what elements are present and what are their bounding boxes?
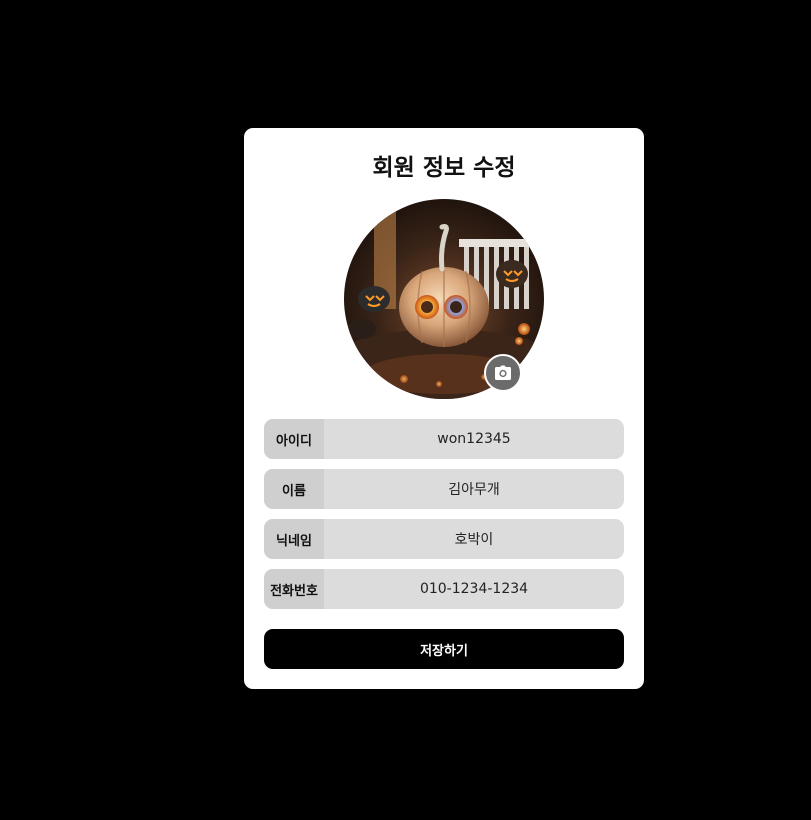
save-button[interactable]: 저장하기 [264, 629, 624, 669]
change-photo-button[interactable] [484, 354, 522, 392]
field-nickname-label: 닉네임 [264, 519, 324, 559]
avatar-container [344, 199, 544, 399]
field-id-label: 아이디 [264, 419, 324, 459]
phone-input[interactable] [324, 569, 624, 609]
page-title: 회원 정보 수정 [372, 155, 516, 181]
id-input[interactable] [324, 419, 624, 459]
nickname-input[interactable] [324, 519, 624, 559]
field-name-label: 이름 [264, 469, 324, 509]
field-phone: 전화번호 [264, 569, 624, 609]
name-input[interactable] [324, 469, 624, 509]
field-id: 아이디 [264, 419, 624, 459]
profile-edit-card: 회원 정보 수정 아이디 won12345 이름 김아무개 닉네임 호박이 전화… [244, 128, 644, 689]
camera-icon [495, 365, 511, 380]
field-name: 이름 [264, 469, 624, 509]
field-nickname: 닉네임 [264, 519, 624, 559]
field-phone-label: 전화번호 [264, 569, 324, 609]
